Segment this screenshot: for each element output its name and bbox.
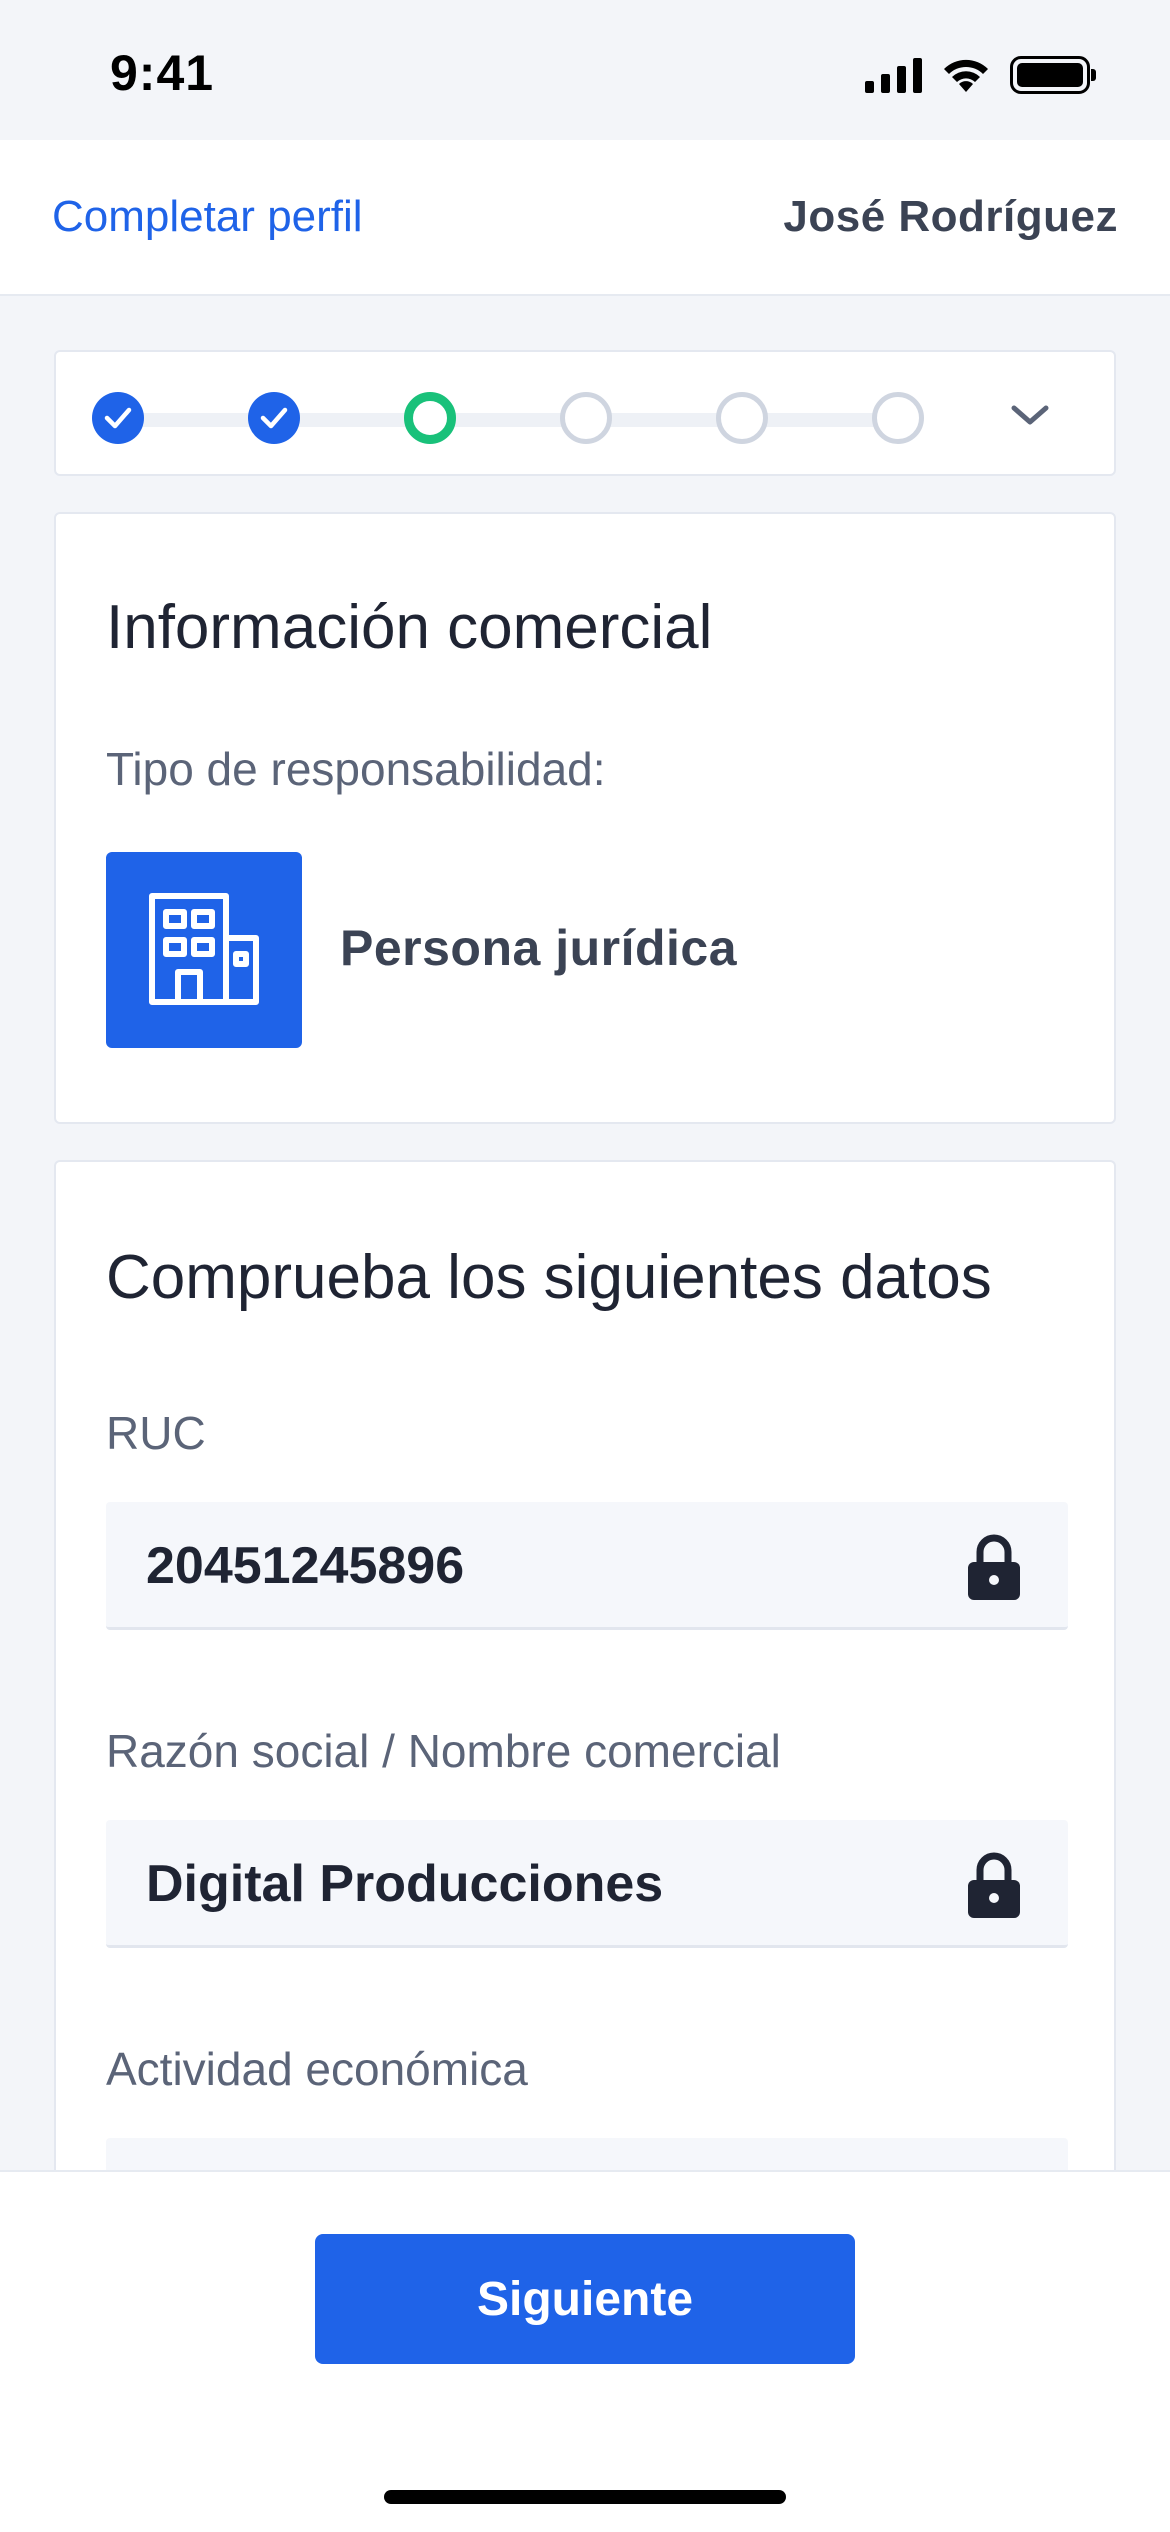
commercial-info-card: Información comercial Tipo de responsabi… [54,512,1116,1124]
ruc-label: RUC [106,1407,206,1459]
status-icons [865,56,1096,94]
app-header: Completar perfil José Rodríguez [0,140,1170,296]
chevron-down-icon[interactable] [1008,400,1052,430]
wifi-icon [944,59,988,92]
ruc-value: 20451245896 [146,1537,465,1595]
status-bar: 9:41 [0,0,1170,140]
user-name: José Rodríguez [783,192,1118,241]
step-5-pending [716,392,768,444]
step-4-pending [560,392,612,444]
step-6-pending [872,392,924,444]
battery-icon [1010,56,1096,94]
signal-icon [865,57,922,93]
responsibility-type-tile[interactable] [106,852,302,1048]
business-name-field: Digital Producciones [106,1820,1068,1948]
business-name-value: Digital Producciones [146,1855,664,1913]
complete-profile-link[interactable]: Completar perfil [52,192,363,242]
stepper-track [118,413,918,427]
bottom-action-bar: Siguiente [0,2170,1170,2532]
next-button[interactable]: Siguiente [315,2234,855,2364]
section-title: Información comercial [106,593,713,662]
home-indicator [384,2490,786,2504]
responsibility-type-value: Persona jurídica [340,920,738,976]
step-3-current [404,392,456,444]
check-icon [104,407,132,429]
section-title: Comprueba los siguientes datos [106,1243,992,1312]
progress-stepper [54,350,1116,476]
lock-icon [968,1534,1020,1600]
step-2-completed [248,392,300,444]
building-icon [149,893,259,1005]
step-1-completed [92,392,144,444]
status-time: 9:41 [110,45,215,101]
check-icon [260,407,288,429]
responsibility-type-label: Tipo de responsabilidad: [106,743,606,795]
ruc-field: 20451245896 [106,1502,1068,1630]
business-name-label: Razón social / Nombre comercial [106,1725,781,1777]
economic-activity-label: Actividad económica [106,2043,528,2095]
verify-data-card: Comprueba los siguientes datos RUC 20451… [54,1160,1116,2242]
lock-icon [968,1852,1020,1918]
